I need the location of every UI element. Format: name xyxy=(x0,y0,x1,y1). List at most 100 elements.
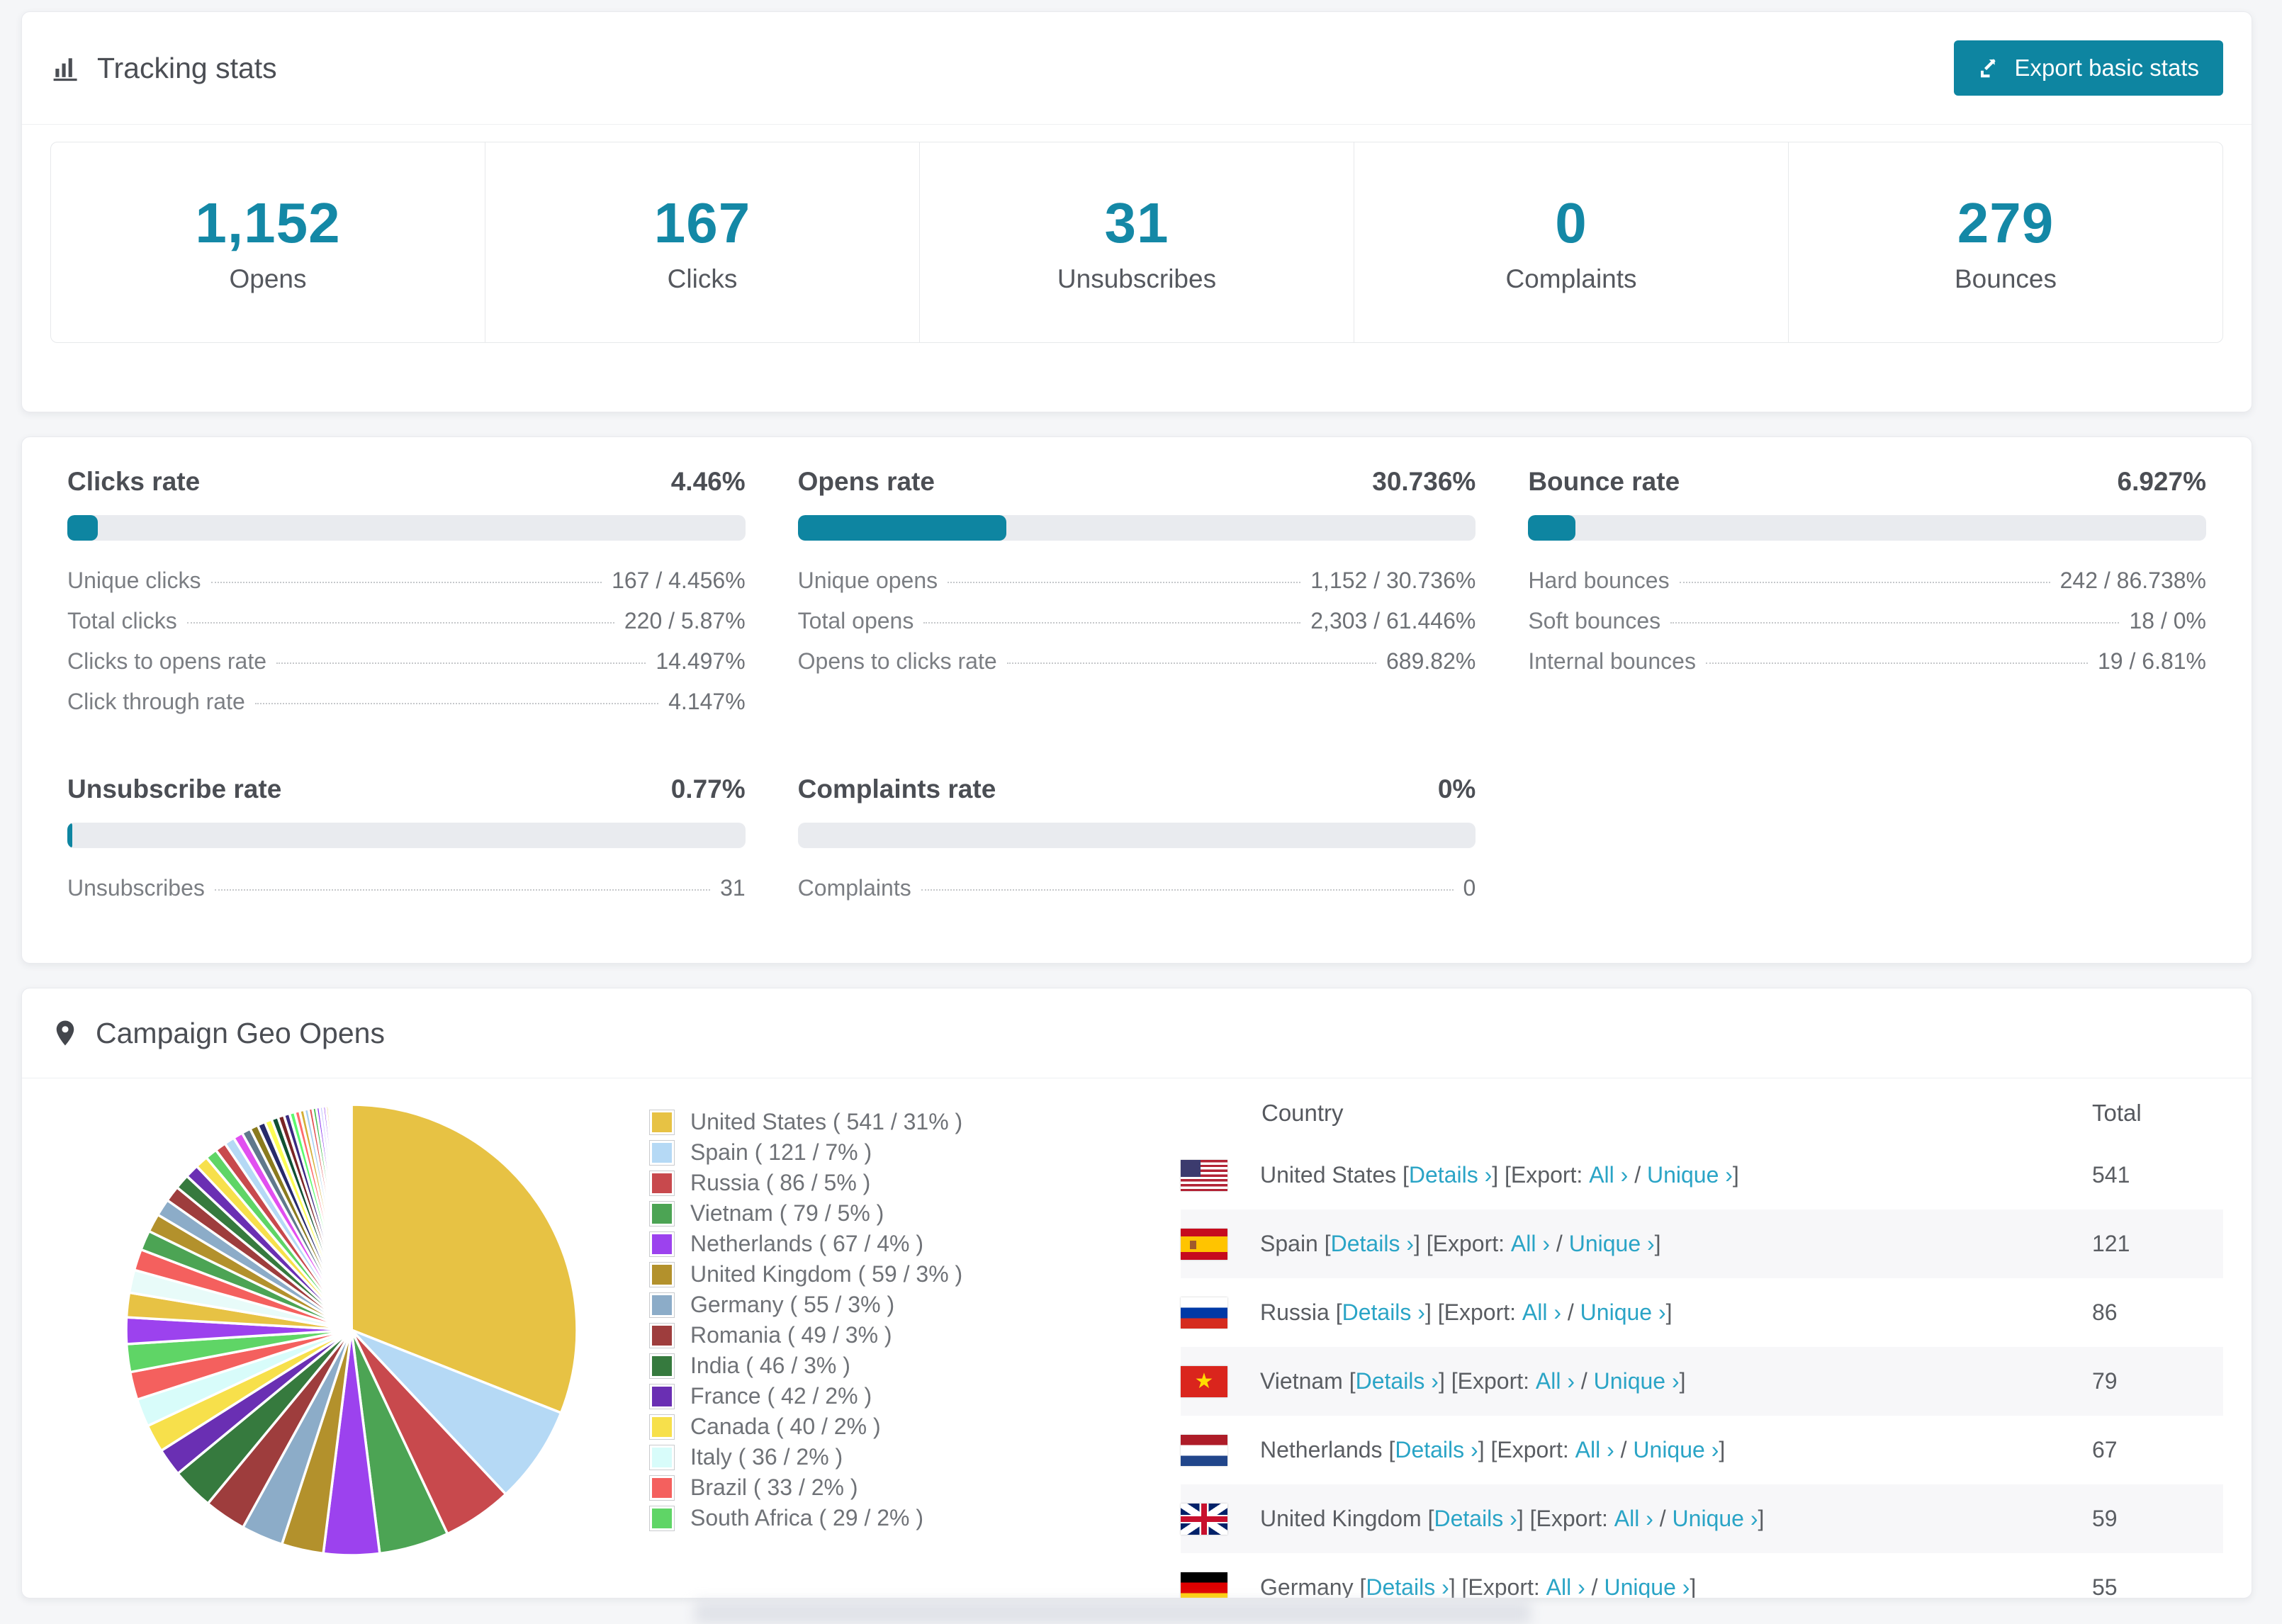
legend-label: Canada ( 40 / 2% ) xyxy=(690,1414,881,1439)
export-all-link[interactable]: All › xyxy=(1614,1506,1653,1532)
export-all-link[interactable]: All › xyxy=(1546,1574,1585,1598)
table-row: Russia [Details ›] [Export: All › / Uniq… xyxy=(1181,1278,2223,1347)
legend-swatch xyxy=(649,1292,675,1318)
legend-swatch xyxy=(649,1109,675,1135)
rate-value: 6.927% xyxy=(2117,467,2207,496)
table-row: Netherlands [Details ›] [Export: All › /… xyxy=(1181,1416,2223,1484)
stat-label: Unsubscribes xyxy=(1057,264,1217,293)
stat-value: 167 xyxy=(653,191,751,254)
stat-row: Unsubscribes 31 xyxy=(67,875,746,915)
legend-item: Spain ( 121 / 7% ) xyxy=(649,1137,1007,1168)
export-unique-link[interactable]: Unique › xyxy=(1580,1299,1666,1326)
export-button-label: Export basic stats xyxy=(2014,55,2199,81)
country-name: Russia xyxy=(1260,1299,1330,1325)
table-row: United States [Details ›] [Export: All ›… xyxy=(1181,1141,2223,1209)
country-total: 79 xyxy=(2092,1368,2118,1394)
progress-bar xyxy=(67,823,746,848)
legend-label: Spain ( 121 / 7% ) xyxy=(690,1139,872,1165)
country-flag xyxy=(1181,1159,1227,1191)
legend-label: Russia ( 86 / 5% ) xyxy=(690,1170,871,1195)
export-all-link[interactable]: All › xyxy=(1522,1299,1561,1326)
export-all-link[interactable]: All › xyxy=(1589,1162,1628,1188)
stat-row-label: Unique opens xyxy=(797,568,938,593)
geo-legend: United States ( 541 / 31% ) Spain ( 121 … xyxy=(610,1078,1007,1598)
export-unique-link[interactable]: Unique › xyxy=(1569,1231,1655,1257)
stat-row-label: Complaints xyxy=(797,875,911,901)
legend-label: United Kingdom ( 59 / 3% ) xyxy=(690,1261,963,1287)
total-column-header: Total xyxy=(2092,1100,2142,1126)
dotted-leader xyxy=(1705,662,2088,664)
stat-row-value: 18 / 0% xyxy=(2129,608,2206,633)
stat-row: Soft bounces 18 / 0% xyxy=(1528,608,2206,648)
legend-swatch xyxy=(649,1474,675,1501)
stat-row-value: 220 / 5.87% xyxy=(624,608,746,633)
details-link[interactable]: Details › xyxy=(1331,1231,1414,1257)
legend-label: India ( 46 / 3% ) xyxy=(690,1353,850,1378)
country-flag xyxy=(1181,1297,1227,1329)
export-label: Export: xyxy=(1510,1162,1583,1188)
stat-row-value: 242 / 86.738% xyxy=(2059,568,2206,593)
legend-item: Italy ( 36 / 2% ) xyxy=(649,1442,1007,1472)
rate-value: 0.77% xyxy=(670,774,746,803)
country-name: United Kingdom xyxy=(1260,1506,1422,1531)
dotted-leader xyxy=(276,662,646,664)
stat-box: 1,152 Opens xyxy=(51,142,485,342)
dotted-leader xyxy=(948,582,1301,583)
stat-value: 1,152 xyxy=(195,191,341,254)
country-name: Vietnam xyxy=(1260,1368,1343,1394)
progress-fill xyxy=(797,515,1006,541)
legend-swatch xyxy=(649,1383,675,1409)
legend-item: Netherlands ( 67 / 4% ) xyxy=(649,1229,1007,1259)
legend-swatch xyxy=(649,1139,675,1166)
export-basic-stats-button[interactable]: Export basic stats xyxy=(1953,40,2223,96)
table-row: Spain [Details ›] [Export: All › / Uniqu… xyxy=(1181,1209,2223,1278)
export-unique-link[interactable]: Unique › xyxy=(1594,1368,1680,1394)
legend-swatch xyxy=(649,1231,675,1257)
rate-title: Opens rate xyxy=(797,467,935,496)
stat-value: 0 xyxy=(1555,191,1587,254)
stat-label: Complaints xyxy=(1505,264,1637,293)
stat-row-label: Clicks to opens rate xyxy=(67,648,267,674)
details-link[interactable]: Details › xyxy=(1434,1506,1517,1532)
export-unique-link[interactable]: Unique › xyxy=(1604,1574,1690,1598)
stat-row-value: 689.82% xyxy=(1386,648,1476,674)
stat-box: 31 Unsubscribes xyxy=(920,142,1354,342)
legend-swatch xyxy=(649,1200,675,1227)
tracking-stats-card: Tracking stats Export basic stats 1,152 … xyxy=(21,11,2252,412)
details-link[interactable]: Details › xyxy=(1395,1437,1478,1463)
country-name: United States xyxy=(1260,1162,1397,1188)
country-flag xyxy=(1181,1572,1227,1598)
legend-swatch xyxy=(649,1444,675,1470)
stat-row-label: Unsubscribes xyxy=(67,875,205,901)
export-label: Export: xyxy=(1468,1574,1540,1598)
stat-row-value: 2,303 / 61.446% xyxy=(1310,608,1476,633)
stat-row-label: Total clicks xyxy=(67,608,177,633)
stat-row-label: Opens to clicks rate xyxy=(797,648,997,674)
details-link[interactable]: Details › xyxy=(1366,1574,1449,1598)
stats-summary-box: 1,152 Opens 167 Clicks 31 Unsubscribes 0… xyxy=(50,142,2223,343)
legend-item: United Kingdom ( 59 / 3% ) xyxy=(649,1259,1007,1290)
export-unique-link[interactable]: Unique › xyxy=(1647,1162,1733,1188)
stat-label: Bounces xyxy=(1955,264,2057,293)
stat-row-value: 4.147% xyxy=(668,689,746,714)
export-all-link[interactable]: All › xyxy=(1536,1368,1575,1394)
export-all-link[interactable]: All › xyxy=(1511,1231,1550,1257)
details-link[interactable]: Details › xyxy=(1356,1368,1439,1394)
export-unique-link[interactable]: Unique › xyxy=(1633,1437,1719,1463)
details-link[interactable]: Details › xyxy=(1342,1299,1425,1326)
clicks-rate-section: Clicks rate 4.46% Unique clicks 167 / 4.… xyxy=(67,467,746,729)
export-all-link[interactable]: All › xyxy=(1575,1437,1614,1463)
legend-swatch xyxy=(649,1261,675,1287)
opens-rate-section: Opens rate 30.736% Unique opens 1,152 / … xyxy=(797,467,1476,729)
stat-row: Unique clicks 167 / 4.456% xyxy=(67,568,746,608)
details-link[interactable]: Details › xyxy=(1409,1162,1492,1188)
legend-label: Germany ( 55 / 3% ) xyxy=(690,1292,895,1317)
country-total: 55 xyxy=(2092,1574,2118,1598)
dotted-leader xyxy=(1006,662,1376,664)
legend-item: United States ( 541 / 31% ) xyxy=(649,1107,1007,1137)
geo-content: United States ( 541 / 31% ) Spain ( 121 … xyxy=(22,1078,2252,1598)
dotted-leader xyxy=(1679,582,2050,583)
table-row: Vietnam [Details ›] [Export: All › / Uni… xyxy=(1181,1347,2223,1416)
export-unique-link[interactable]: Unique › xyxy=(1673,1506,1758,1532)
stat-label: Clicks xyxy=(667,264,738,293)
